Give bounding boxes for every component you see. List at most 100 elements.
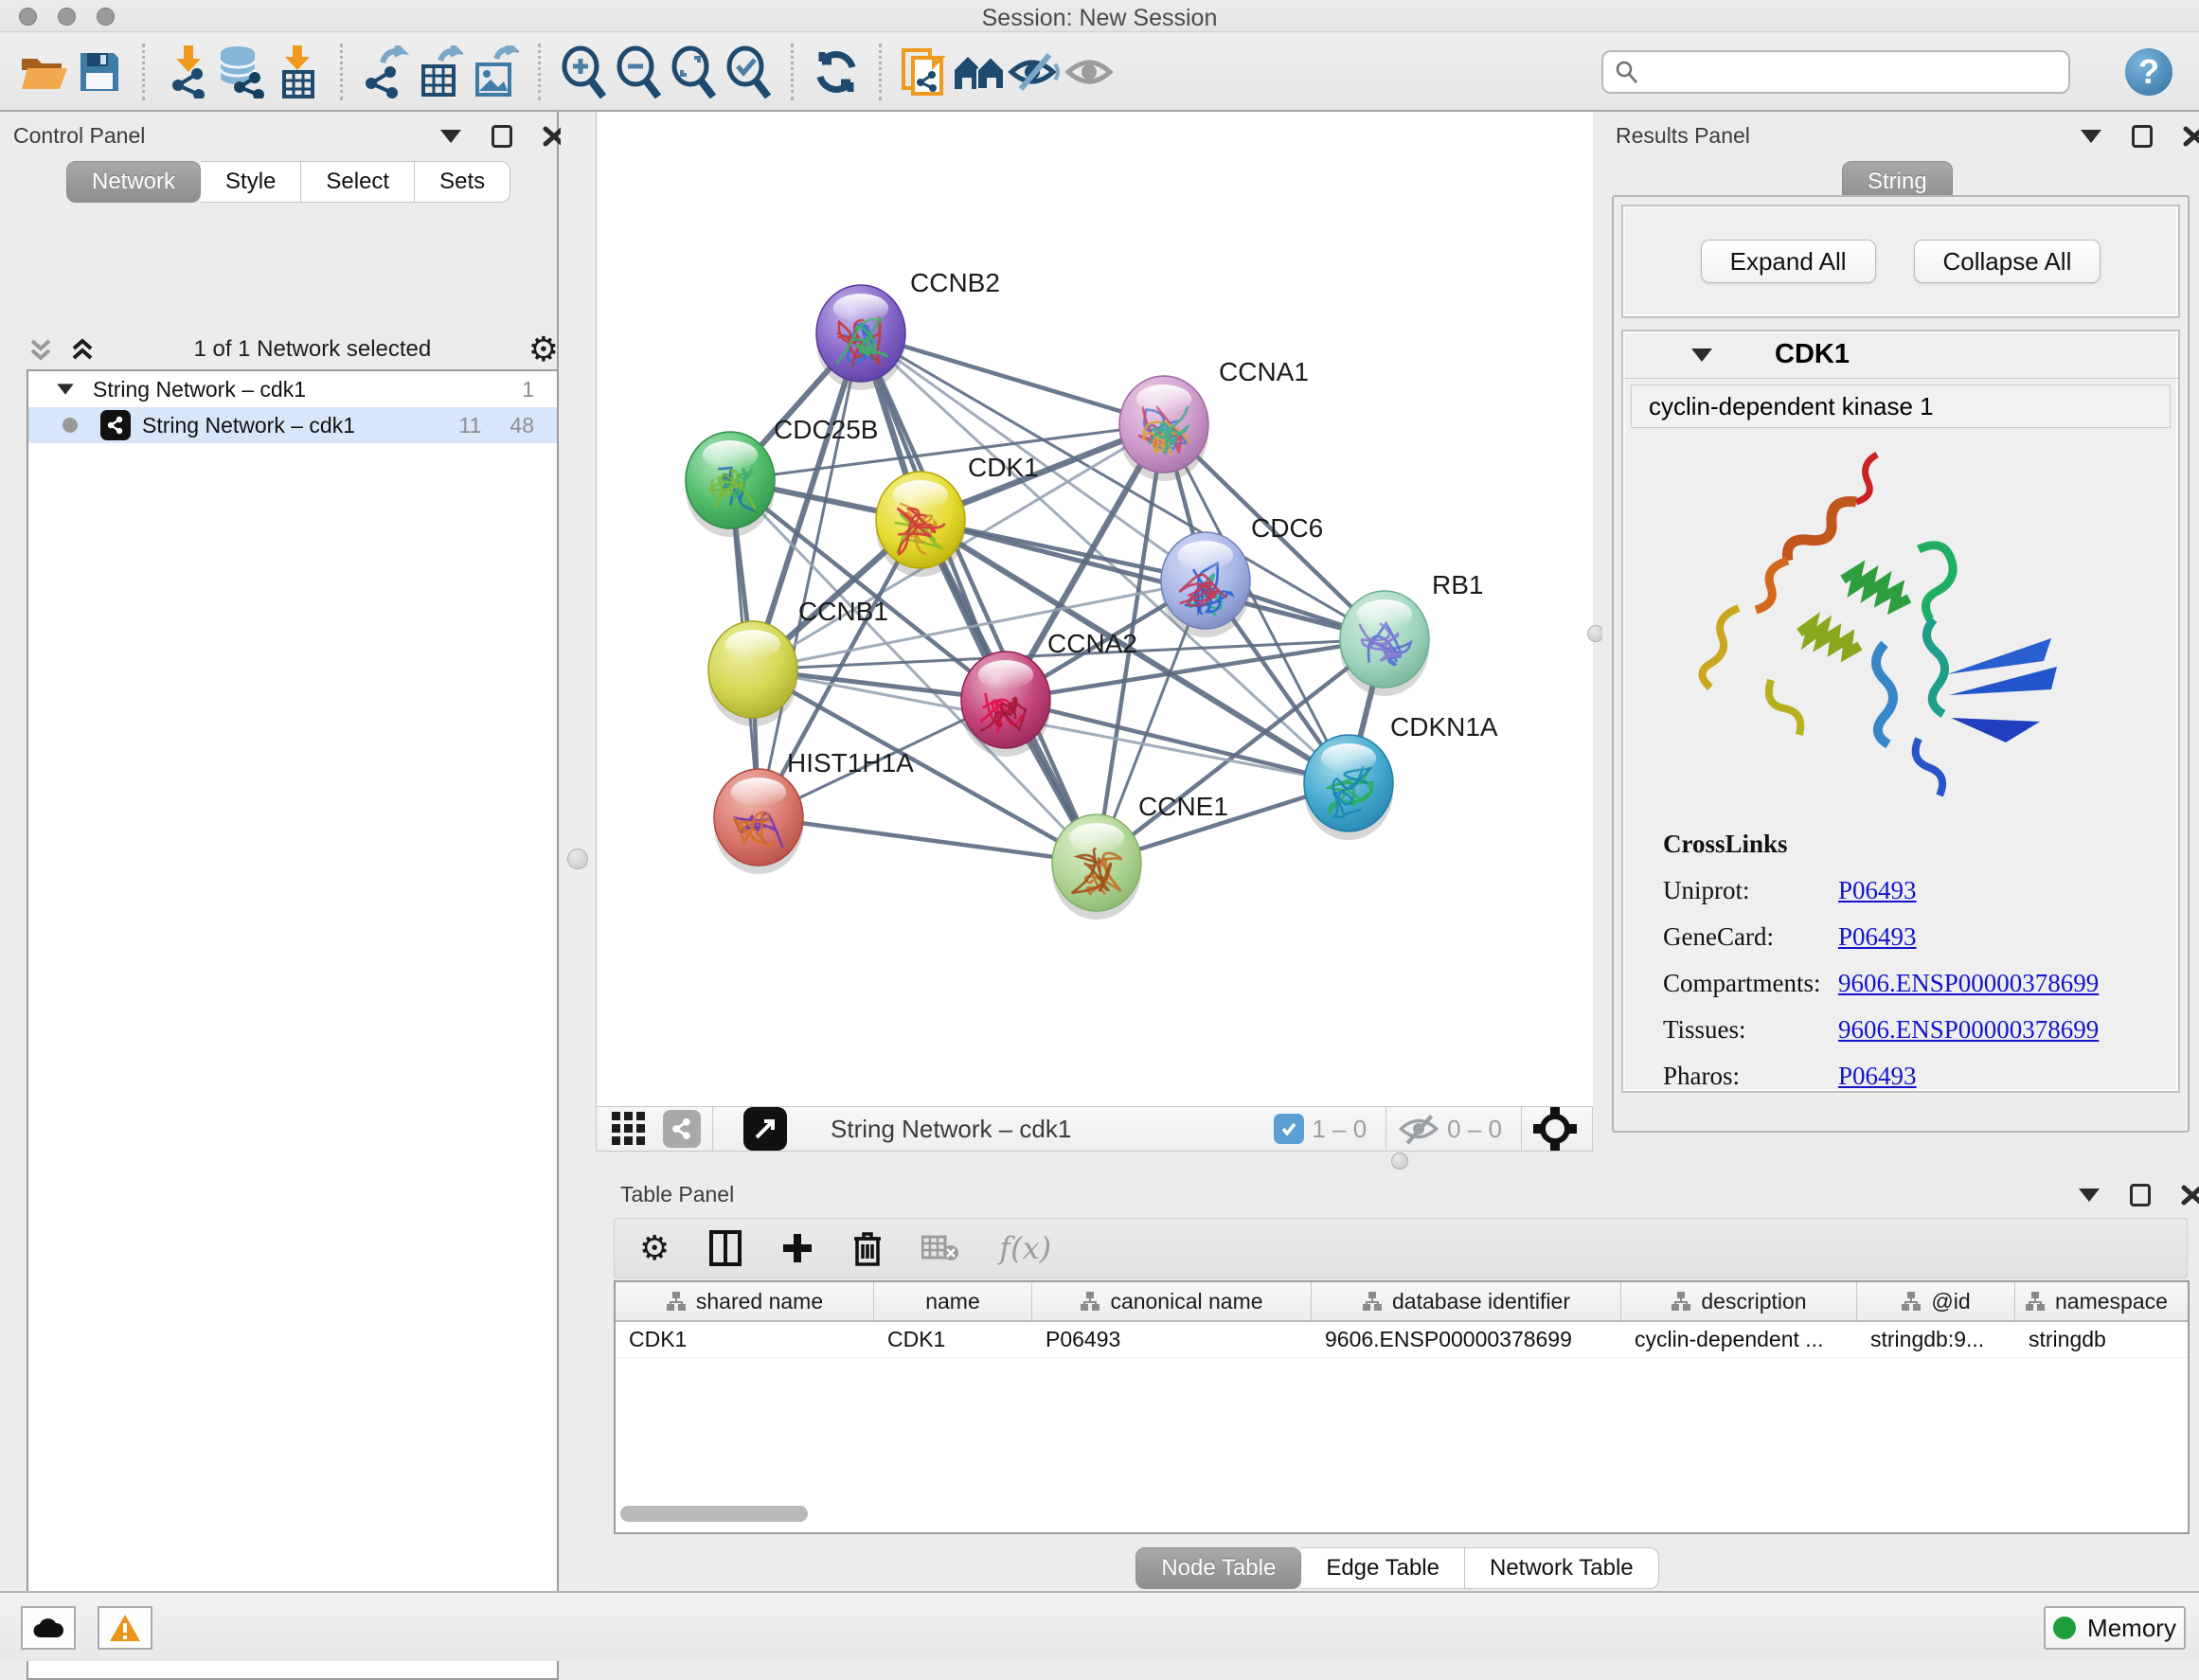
crosslink-link[interactable]: P06493 <box>1838 1062 1917 1091</box>
tab-edge-table[interactable]: Edge Table <box>1301 1547 1465 1589</box>
crosslink-label: Tissues: <box>1663 1015 1838 1045</box>
hidden-eye-icon <box>1398 1113 1439 1145</box>
birds-eye-crosshair-icon[interactable] <box>1533 1107 1577 1151</box>
cell-namespace[interactable]: stringdb <box>2015 1322 2190 1357</box>
search-input[interactable] <box>1639 59 2047 85</box>
expand-all-button[interactable]: Expand All <box>1701 240 1876 283</box>
export-table-button[interactable] <box>413 43 468 101</box>
column-type-icon <box>666 1291 687 1312</box>
clone-network-button[interactable] <box>897 43 952 101</box>
column-header[interactable]: @id <box>1857 1282 2015 1320</box>
warnings-button[interactable] <box>98 1606 152 1650</box>
network-canvas[interactable]: CCNB2CCNA1CDC25BCDK1CDC6RB1CCNB1CCNA2CDK… <box>596 112 1593 1106</box>
titlebar: Session: New Session <box>0 0 2199 32</box>
hidden-count: 0 – 0 <box>1447 1115 1502 1144</box>
cell-canonical-name[interactable]: P06493 <box>1032 1322 1312 1357</box>
table-tabs: Node Table Edge Table Network Table <box>1135 1547 1658 1589</box>
cell-database-identifier[interactable]: 9606.ENSP00000378699 <box>1312 1322 1621 1357</box>
zoom-in-icon <box>560 45 607 98</box>
collapse-all-chevron-icon[interactable] <box>27 335 55 364</box>
table-panel-float-icon[interactable] <box>2130 1184 2151 1206</box>
column-header[interactable]: shared name <box>616 1282 874 1320</box>
selected-checkbox-icon[interactable] <box>1274 1114 1304 1144</box>
memory-button[interactable]: Memory <box>2044 1606 2186 1650</box>
results-actions: Expand All Collapse All <box>1621 205 2180 318</box>
vertical-splitter[interactable] <box>1593 112 1602 1153</box>
column-header[interactable]: database identifier <box>1312 1282 1621 1320</box>
cell-shared-name[interactable]: CDK1 <box>616 1322 874 1357</box>
network-share-view-icon[interactable] <box>663 1110 701 1148</box>
collapse-all-button[interactable]: Collapse All <box>1914 240 2101 283</box>
hide-selected-button[interactable] <box>1007 43 1062 101</box>
zoom-in-button[interactable] <box>556 43 611 101</box>
table-panel: Table Panel ⚙ f(x) <box>596 1172 2199 1591</box>
table-row[interactable]: CDK1 CDK1 P06493 9606.ENSP00000378699 cy… <box>616 1322 2188 1358</box>
column-header[interactable]: canonical name <box>1032 1282 1312 1320</box>
apply-layout-button[interactable] <box>809 43 864 101</box>
tab-select[interactable]: Select <box>301 161 415 203</box>
cloud-button[interactable] <box>21 1606 76 1650</box>
horizontal-splitter[interactable] <box>596 1152 2199 1172</box>
grid-view-icon[interactable] <box>612 1112 646 1146</box>
tab-sets[interactable]: Sets <box>415 161 510 203</box>
table-options-gear-icon[interactable]: ⚙ <box>639 1231 670 1265</box>
gene-description: cyclin-dependent kinase 1 <box>1631 384 2171 428</box>
gene-section-header[interactable]: CDK1 <box>1623 331 2178 379</box>
crosslink-link[interactable]: 9606.ENSP00000378699 <box>1838 969 2099 998</box>
column-header[interactable]: description <box>1621 1282 1857 1320</box>
results-panel-close-icon[interactable] <box>2183 125 2199 148</box>
collection-expand-icon[interactable] <box>57 384 74 394</box>
main-toolbar: ? <box>0 33 2199 112</box>
node-label: CCNA2 <box>1047 629 1137 658</box>
column-header[interactable]: namespace <box>2015 1282 2190 1320</box>
vertical-splitter[interactable] <box>561 112 596 1591</box>
tab-node-table[interactable]: Node Table <box>1135 1547 1301 1589</box>
node-label: CCNB1 <box>798 597 888 626</box>
zoom-out-button[interactable] <box>611 43 666 101</box>
cell-description[interactable]: cyclin-dependent ... <box>1621 1322 1857 1357</box>
export-image-button[interactable] <box>468 43 523 101</box>
horizontal-scrollbar[interactable] <box>620 1506 808 1522</box>
help-button[interactable]: ? <box>2125 48 2172 96</box>
first-neighbors-button[interactable] <box>952 43 1007 101</box>
crosslink-link[interactable]: 9606.ENSP00000378699 <box>1838 1015 2099 1045</box>
show-columns-icon[interactable] <box>709 1230 742 1266</box>
crosslink-link[interactable]: P06493 <box>1838 876 1917 905</box>
toolbar-separator <box>340 44 343 100</box>
control-panel-float-icon[interactable] <box>492 125 512 148</box>
toolbar-separator <box>142 44 145 100</box>
tab-network-table[interactable]: Network Table <box>1465 1547 1659 1589</box>
show-all-button[interactable] <box>1062 43 1117 101</box>
network-row[interactable]: String Network – cdk1 11 48 <box>28 407 557 443</box>
network-collection-row[interactable]: String Network – cdk1 1 <box>28 371 557 407</box>
node-label: CCNB2 <box>910 268 1000 297</box>
add-column-icon[interactable] <box>781 1232 813 1264</box>
expand-all-chevron-icon[interactable] <box>68 335 97 364</box>
cell-id[interactable]: stringdb:9... <box>1857 1322 2015 1357</box>
export-network-button[interactable] <box>358 43 413 101</box>
crosslink-link[interactable]: P06493 <box>1838 922 1917 952</box>
tab-network[interactable]: Network <box>66 161 201 203</box>
table-panel-close-icon[interactable] <box>2181 1184 2199 1206</box>
control-panel-menu-icon[interactable] <box>440 130 461 143</box>
fit-content-button[interactable] <box>666 43 721 101</box>
cell-name[interactable]: CDK1 <box>874 1322 1032 1357</box>
gene-collapse-icon[interactable] <box>1691 349 1712 362</box>
table-panel-menu-icon[interactable] <box>2079 1189 2100 1202</box>
crosslink-row: GeneCard: P06493 <box>1663 922 2178 952</box>
save-session-button[interactable] <box>72 43 127 101</box>
results-panel-float-icon[interactable] <box>2132 125 2153 148</box>
column-header[interactable]: name <box>874 1282 1032 1320</box>
open-in-window-icon[interactable] <box>743 1107 787 1151</box>
delete-column-icon[interactable] <box>853 1230 882 1266</box>
zoom-selected-button[interactable] <box>721 43 776 101</box>
import-network-file-button[interactable] <box>160 43 215 101</box>
import-network-database-button[interactable] <box>215 43 270 101</box>
tab-style[interactable]: Style <box>201 161 301 203</box>
search-field[interactable] <box>1601 50 2070 94</box>
network-options-gear-icon[interactable]: ⚙ <box>528 332 559 366</box>
results-panel: Results Panel String Expand All Collapse… <box>1602 112 2199 1135</box>
import-table-file-button[interactable] <box>270 43 325 101</box>
open-file-button[interactable] <box>17 43 72 101</box>
results-panel-menu-icon[interactable] <box>2081 130 2101 143</box>
